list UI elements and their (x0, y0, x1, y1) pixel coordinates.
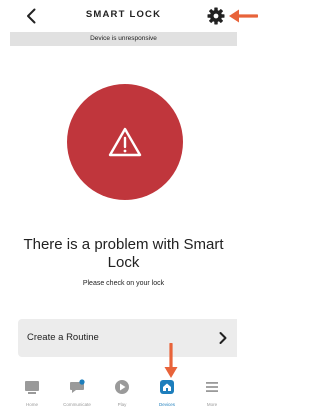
status-banner: Device is unresponsive (10, 32, 237, 46)
page-title: SMART LOCK (85, 9, 162, 20)
status-circle (67, 84, 183, 200)
back-button[interactable] (22, 6, 42, 26)
settings-button[interactable] (206, 6, 226, 26)
nav-item-devices[interactable]: Devices (145, 374, 189, 409)
nav-item-home[interactable]: Home (10, 374, 54, 409)
nav-label-communicate: Communicate (63, 402, 91, 407)
nav-label-home: Home (25, 402, 38, 407)
gear-icon (207, 7, 225, 25)
nav-item-play[interactable]: Play (100, 374, 144, 409)
warning-icon (108, 127, 142, 157)
bottom-nav: Home Communicate Play Devices More (10, 374, 237, 409)
app-header: SMART LOCK (10, 0, 237, 32)
create-routine-label: Create a Routine (27, 332, 99, 343)
nav-label-devices: Devices (158, 402, 175, 407)
devices-icon (160, 380, 174, 394)
chevron-right-icon (219, 332, 227, 344)
nav-item-communicate[interactable]: Communicate (55, 374, 99, 409)
annotation-arrow-down-icon (164, 343, 178, 378)
annotation-arrow-left-icon (229, 9, 258, 23)
nav-label-more: More (206, 402, 218, 407)
chevron-left-icon (27, 8, 36, 24)
smart-lock-screen: SMART LOCK Device is unresponsive There … (10, 0, 237, 409)
menu-icon (206, 382, 218, 392)
nav-label-play: Play (117, 402, 127, 407)
nav-item-more[interactable]: More (190, 374, 234, 409)
home-icon (25, 381, 39, 394)
create-routine-button[interactable]: Create a Routine (18, 319, 237, 357)
problem-subtitle: Please check on your lock (82, 280, 165, 287)
problem-title: There is a problem with Smart Lock (23, 236, 224, 271)
chat-icon (70, 379, 85, 393)
play-icon (115, 380, 129, 394)
